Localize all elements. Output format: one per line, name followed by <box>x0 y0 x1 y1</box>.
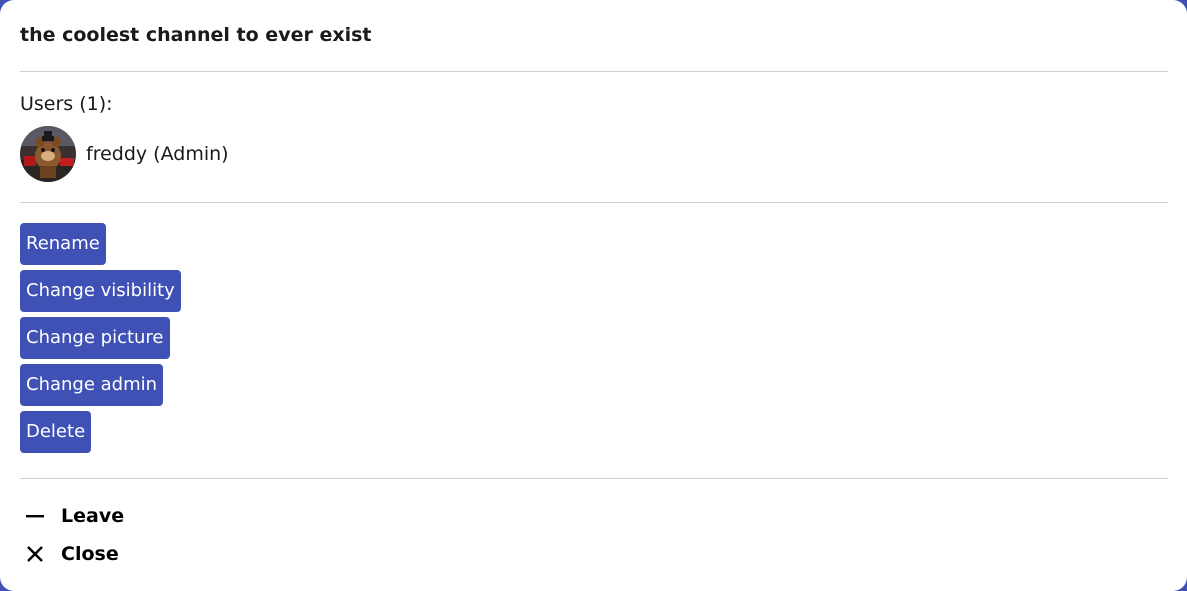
user-name: freddy (Admin) <box>86 143 229 165</box>
channel-settings-dialog: the coolest channel to ever exist Users … <box>0 0 1187 591</box>
delete-button[interactable]: Delete <box>20 411 92 453</box>
leave-button[interactable]: Leave <box>24 501 124 531</box>
change-picture-button[interactable]: Change picture <box>20 317 170 359</box>
change-admin-button[interactable]: Change admin <box>20 364 164 406</box>
divider <box>20 478 1168 479</box>
change-visibility-button[interactable]: Change visibility <box>20 270 181 312</box>
close-icon <box>24 543 46 565</box>
leave-label: Leave <box>61 505 125 527</box>
divider <box>20 71 1168 72</box>
dialog-title: the coolest channel to ever exist <box>20 24 372 46</box>
avatar <box>20 126 76 182</box>
channel-actions: Rename Change visibility Change picture … <box>20 223 181 458</box>
close-button[interactable]: Close <box>24 539 119 569</box>
rename-button[interactable]: Rename <box>20 223 106 265</box>
users-heading: Users (1): <box>20 93 113 115</box>
user-list-item[interactable]: freddy (Admin) <box>20 126 229 182</box>
minus-icon <box>24 505 46 527</box>
close-label: Close <box>61 543 119 565</box>
divider <box>20 202 1168 203</box>
